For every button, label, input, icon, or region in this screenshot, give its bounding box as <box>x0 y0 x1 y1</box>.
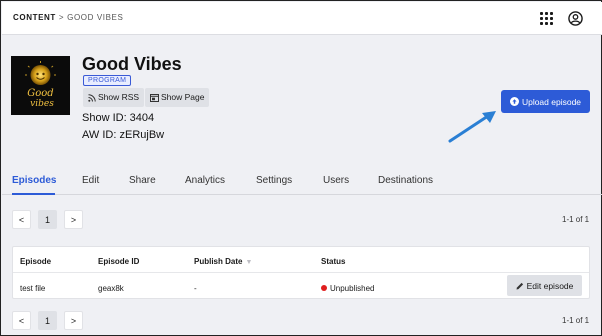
breadcrumb-current: GOOD VIBES <box>67 13 124 22</box>
show-page-label: Show Page <box>161 92 205 102</box>
show-page-button[interactable]: Show Page <box>145 88 210 107</box>
tab-users[interactable]: Users <box>323 175 349 186</box>
status-dot-icon <box>321 284 327 291</box>
annotation-arrow-icon <box>448 111 496 143</box>
breadcrumb-separator: > <box>58 13 65 22</box>
show-tabs: Episodes Edit Share Analytics Settings U… <box>2 167 602 195</box>
pagination-bottom-page-button[interactable]: 1 <box>38 311 57 330</box>
publish-date-header-label: Publish Date <box>194 257 243 266</box>
pagination-prev-button[interactable]: < <box>12 210 31 229</box>
pagination-bottom-prev-button[interactable]: < <box>12 311 31 330</box>
pagination-range: 1-1 of 1 <box>562 215 590 224</box>
show-type-badge: PROGRAM <box>83 75 132 86</box>
episodes-table: Episode Episode ID Publish Date ▼ Status … <box>12 246 590 299</box>
show-id: Show ID: 3404 <box>82 112 155 124</box>
upload-episode-label: Upload episode <box>521 96 582 107</box>
column-header-status[interactable]: Status <box>321 257 345 266</box>
active-tab-indicator <box>12 193 55 195</box>
apps-grid-icon[interactable] <box>540 12 553 25</box>
svg-text:vibes: vibes <box>30 99 54 109</box>
column-header-episode[interactable]: Episode <box>20 257 51 266</box>
app-window: CONTENT > GOOD VIBES Good vibes Good Vib… <box>0 0 602 336</box>
tab-episodes[interactable]: Episodes <box>12 175 56 186</box>
column-header-publish-date[interactable]: Publish Date ▼ <box>194 257 252 266</box>
tab-analytics[interactable]: Analytics <box>185 175 225 186</box>
pagination-bottom-next-button[interactable]: > <box>64 311 83 330</box>
user-circle-icon[interactable] <box>568 11 583 26</box>
pencil-icon <box>516 282 523 289</box>
cell-episode: test file <box>20 284 46 293</box>
rss-icon <box>88 93 96 102</box>
aw-id: AW ID: zERujBw <box>82 129 165 141</box>
cell-episode-id: geax8k <box>98 284 124 293</box>
edit-episode-label: Edit episode <box>526 280 574 291</box>
tab-edit[interactable]: Edit <box>82 175 99 186</box>
cell-publish-date: - <box>194 284 197 293</box>
status-label: Unpublished <box>330 284 375 293</box>
column-header-episode-id[interactable]: Episode ID <box>98 257 139 266</box>
upload-episode-button[interactable]: Upload episode <box>501 90 590 113</box>
pagination-next-button[interactable]: > <box>64 210 83 229</box>
breadcrumb: CONTENT > GOOD VIBES <box>13 13 123 22</box>
show-title: Good Vibes <box>82 54 182 74</box>
top-bar: CONTENT > GOOD VIBES <box>2 2 602 35</box>
show-rss-button[interactable]: Show RSS <box>83 88 145 107</box>
pagination-bottom-range: 1-1 of 1 <box>562 316 590 325</box>
tab-destinations[interactable]: Destinations <box>378 175 433 186</box>
show-cover-image: Good vibes <box>11 56 70 115</box>
page-icon <box>150 93 159 102</box>
breadcrumb-root[interactable]: CONTENT <box>13 13 56 22</box>
show-rss-label: Show RSS <box>98 92 140 102</box>
tab-share[interactable]: Share <box>129 175 156 186</box>
cell-status: Unpublished <box>321 284 374 293</box>
upload-icon <box>509 97 519 106</box>
header-divider <box>13 272 589 273</box>
edit-episode-button[interactable]: Edit episode <box>507 275 582 296</box>
sort-icon[interactable]: ▼ <box>245 259 252 266</box>
svg-text:Good: Good <box>27 88 53 99</box>
pagination-page-button[interactable]: 1 <box>38 210 57 229</box>
tab-settings[interactable]: Settings <box>256 175 292 186</box>
